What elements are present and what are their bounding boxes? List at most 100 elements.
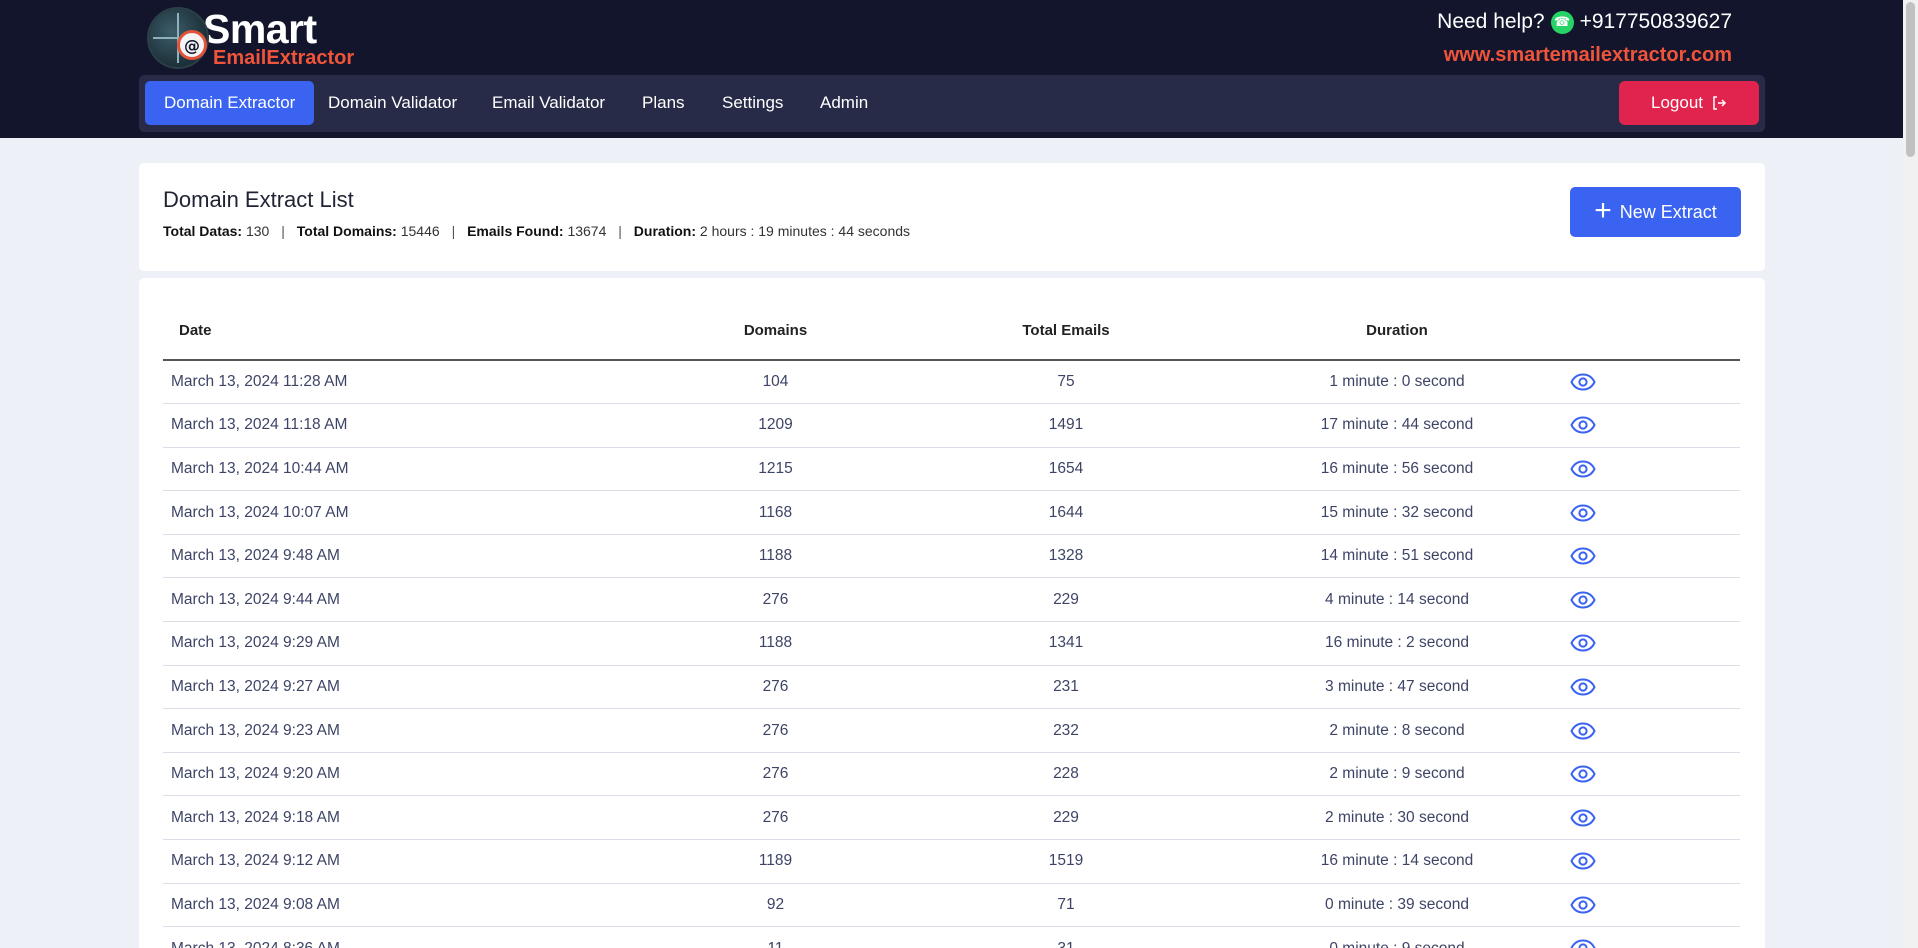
nav-email-validator[interactable]: Email Validator xyxy=(473,81,624,125)
help-line: Need help? ☎ +917750839627 xyxy=(1437,10,1732,34)
cell-date: March 13, 2024 9:08 AM xyxy=(163,883,643,928)
view-eye-icon[interactable] xyxy=(1570,896,1596,914)
table-row: March 13, 2024 9:18 AM 276 229 2 minute : 3… xyxy=(163,795,1740,841)
nav-domain-extractor[interactable]: Domain Extractor xyxy=(145,81,315,125)
logo-main-text: Smart xyxy=(203,5,317,52)
cell-domains: 1188 xyxy=(643,534,908,579)
total-domains-value: 15446 xyxy=(400,223,440,239)
cell-duration: 16 minute : 14 second xyxy=(1224,839,1570,884)
cell-domains: 276 xyxy=(643,665,908,710)
view-eye-icon[interactable] xyxy=(1570,721,1596,740)
cell-duration: 16 minute : 56 second xyxy=(1224,447,1570,492)
cell-total-emails: 228 xyxy=(908,752,1224,797)
nav-plans[interactable]: Plans xyxy=(623,81,704,125)
table-row: March 13, 2024 9:48 AM 1188 1328 14 minute … xyxy=(163,534,1740,579)
cell-duration: 16 minute : 2 second xyxy=(1224,621,1570,666)
cell-total-emails: 1654 xyxy=(908,447,1224,492)
cell-total-emails: 1519 xyxy=(908,839,1224,884)
cell-total-emails: 75 xyxy=(908,360,1224,405)
website-link[interactable]: www.smartemailextractor.com xyxy=(1437,44,1732,67)
cell-total-emails: 1341 xyxy=(908,621,1224,666)
table-row: March 13, 2024 10:44 AM 1215 1654 16 minute… xyxy=(163,447,1740,492)
cell-domains: 11 xyxy=(643,926,908,948)
cell-date: March 13, 2024 9:12 AM xyxy=(163,839,643,884)
cell-duration: 15 minute : 32 second xyxy=(1224,490,1570,535)
extract-table: Date Domains Total Emails Duration March… xyxy=(163,302,1740,948)
cell-action xyxy=(1570,926,1740,948)
cell-date: March 13, 2024 9:20 AM xyxy=(163,752,643,797)
cell-action xyxy=(1570,403,1740,448)
view-eye-icon[interactable] xyxy=(1570,765,1596,783)
view-eye-icon[interactable] xyxy=(1570,634,1596,652)
cell-domains: 276 xyxy=(643,708,908,753)
cell-domains: 1189 xyxy=(643,839,908,884)
cell-domains: 276 xyxy=(643,795,908,841)
whatsapp-icon[interactable]: ☎ xyxy=(1550,10,1574,34)
cell-duration: 4 minute : 14 second xyxy=(1224,577,1570,623)
cell-total-emails: 1328 xyxy=(908,534,1224,579)
table-row: March 13, 2024 8:36 AM11310 minute : 9 s… xyxy=(163,926,1740,948)
view-eye-icon[interactable] xyxy=(1570,547,1596,565)
help-block: Need help? ☎ +917750839627 www.smartemai… xyxy=(1437,10,1732,67)
help-label: Need help? xyxy=(1437,10,1545,33)
cell-date: March 13, 2024 9:44 AM xyxy=(163,577,643,623)
cell-total-emails: 71 xyxy=(908,883,1224,928)
cell-domains: 104 xyxy=(643,360,908,405)
cell-total-emails: 1491 xyxy=(908,403,1224,448)
table-row: March 13, 2024 11:28 AM 104 75 1 minute : 0… xyxy=(163,360,1740,405)
view-eye-icon[interactable] xyxy=(1570,591,1596,609)
cell-total-emails: 231 xyxy=(908,665,1224,710)
nav-settings[interactable]: Settings xyxy=(703,81,802,125)
table-row: March 13, 2024 9:27 AM 276 231 3 minute : 4… xyxy=(163,665,1740,710)
view-eye-icon[interactable] xyxy=(1570,460,1596,478)
view-eye-icon[interactable] xyxy=(1570,373,1596,391)
cell-action xyxy=(1570,839,1740,884)
cell-domains: 1168 xyxy=(643,490,908,535)
cell-duration: 2 minute : 30 second xyxy=(1224,795,1570,841)
table-row: March 13, 2024 9:44 AM 276 229 4 minute : 1… xyxy=(163,577,1740,623)
cell-duration: 17 minute : 44 second xyxy=(1224,403,1570,448)
header-duration: Duration xyxy=(1224,302,1570,361)
summary-stats: Total Datas: 130 | Total Domains: 15446 … xyxy=(163,223,910,239)
cell-domains: 276 xyxy=(643,577,908,623)
logout-icon xyxy=(1713,96,1727,110)
cell-action xyxy=(1570,534,1740,579)
total-domains-label: Total Domains: xyxy=(296,223,397,239)
duration-value: 2 hours : 19 minutes : 44 seconds xyxy=(699,223,911,239)
page-scrollbar[interactable] xyxy=(1903,0,1918,948)
view-eye-icon[interactable] xyxy=(1570,416,1596,434)
cell-action xyxy=(1570,360,1740,405)
duration-label: Duration: xyxy=(633,223,697,239)
cell-action xyxy=(1570,708,1740,753)
view-eye-icon[interactable] xyxy=(1570,852,1596,870)
view-eye-icon[interactable] xyxy=(1570,678,1596,696)
table-row: March 13, 2024 11:18 AM 1209 1491 17 minute… xyxy=(163,403,1740,448)
help-phone[interactable]: +917750839627 xyxy=(1580,10,1732,34)
scrollbar-thumb[interactable] xyxy=(1906,2,1915,157)
cell-date: March 13, 2024 10:44 AM xyxy=(163,447,643,492)
table-body: March 13, 2024 11:28 AM 104 75 1 minute : 0… xyxy=(163,360,1740,948)
cell-date: March 13, 2024 9:48 AM xyxy=(163,534,643,579)
total-datas-value: 130 xyxy=(245,223,270,239)
view-eye-icon[interactable] xyxy=(1570,504,1596,522)
new-extract-button[interactable]: + New Extract xyxy=(1570,187,1741,237)
view-eye-icon[interactable] xyxy=(1570,939,1596,948)
logo[interactable]: @ Smart EmailExtractor xyxy=(147,5,354,69)
cell-date: March 13, 2024 8:36 AM xyxy=(163,926,643,948)
nav-admin[interactable]: Admin xyxy=(801,81,887,125)
view-eye-icon[interactable] xyxy=(1570,809,1596,827)
cell-date: March 13, 2024 10:07 AM xyxy=(163,490,643,535)
cell-date: March 13, 2024 9:27 AM xyxy=(163,665,643,710)
nav-domain-validator[interactable]: Domain Validator xyxy=(309,81,476,125)
top-header: @ Smart EmailExtractor Need help? ☎ +917… xyxy=(0,0,1903,138)
header-actions xyxy=(1570,302,1740,361)
cell-date: March 13, 2024 9:23 AM xyxy=(163,708,643,753)
new-extract-label: New Extract xyxy=(1619,201,1717,222)
cell-action xyxy=(1570,665,1740,710)
table-card: Date Domains Total Emails Duration March… xyxy=(139,278,1765,948)
cell-action xyxy=(1570,447,1740,492)
separator: | xyxy=(451,223,456,239)
cell-date: March 13, 2024 11:28 AM xyxy=(163,360,643,405)
emails-found-value: 13674 xyxy=(567,223,607,239)
logout-button[interactable]: Logout xyxy=(1619,81,1759,125)
